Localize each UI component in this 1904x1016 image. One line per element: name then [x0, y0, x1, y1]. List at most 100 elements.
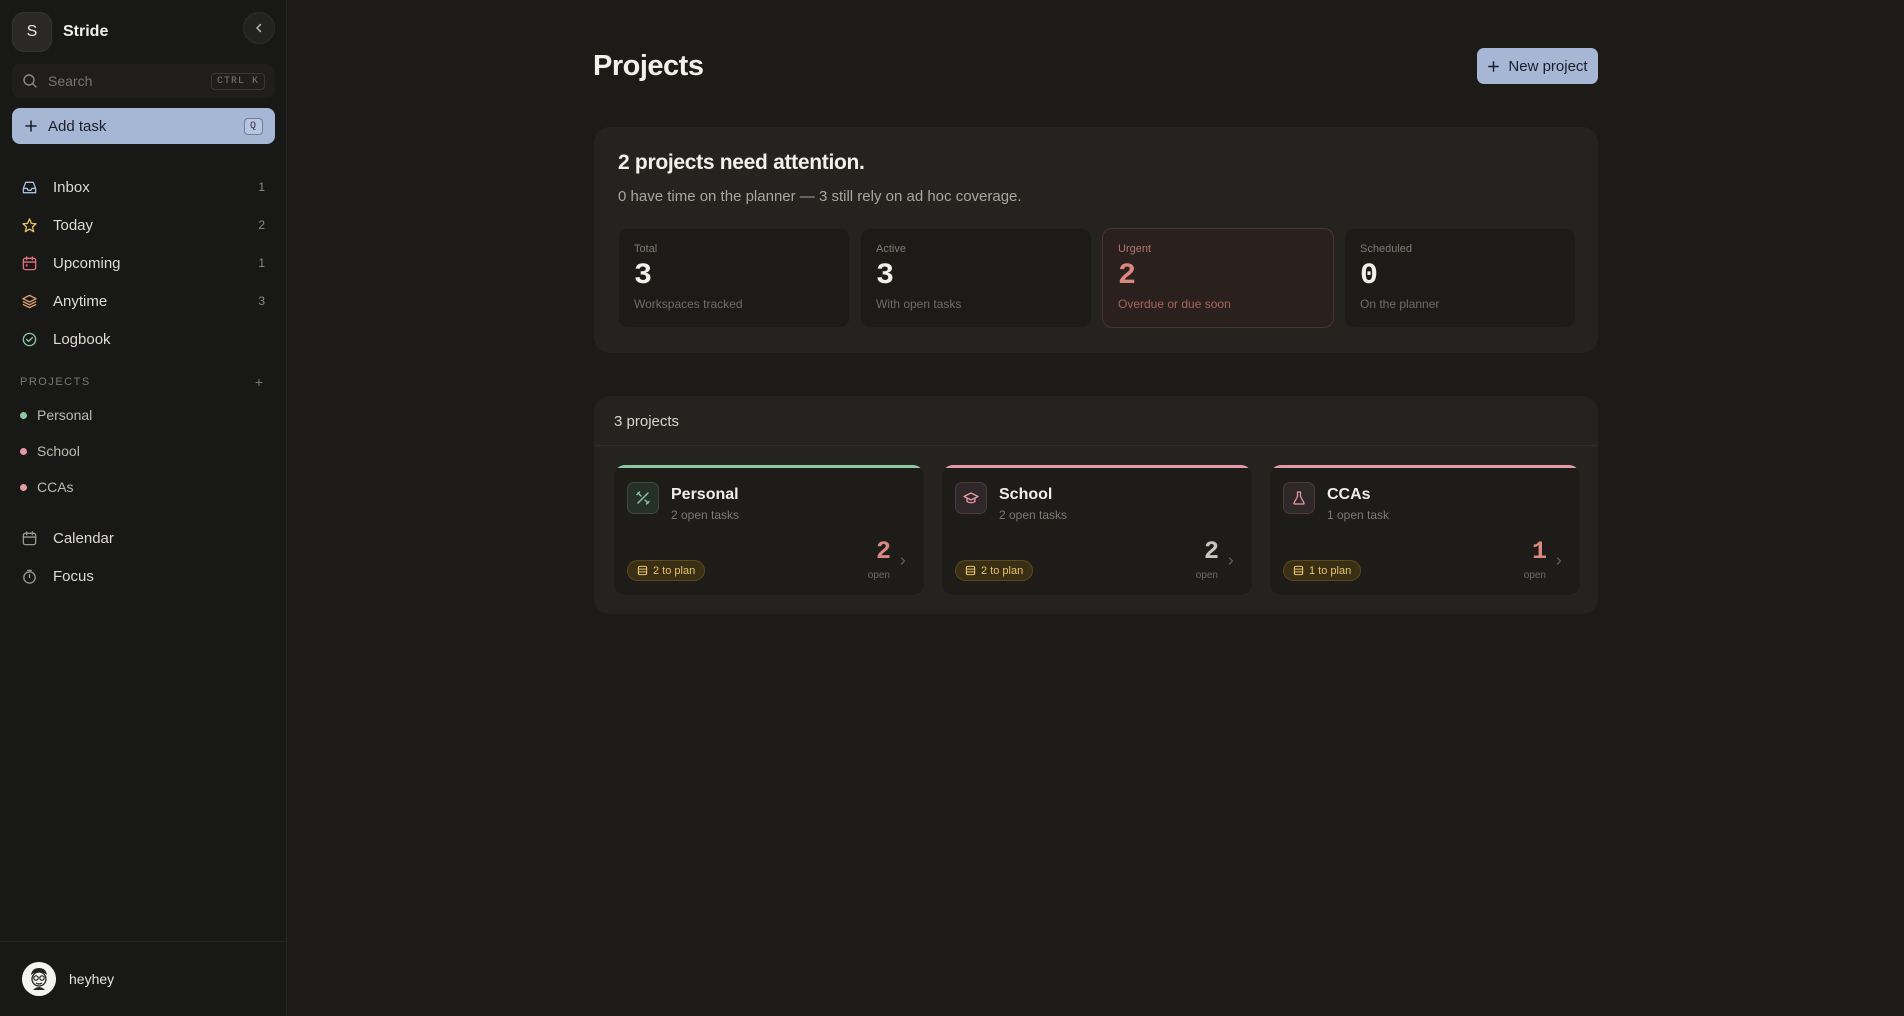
nav-label: Logbook	[53, 330, 111, 348]
sidebar-project-label: CCAs	[37, 479, 74, 495]
project-accent-bar	[942, 465, 1252, 468]
stat-desc: Workspaces tracked	[634, 297, 743, 311]
open-count: 1	[1531, 537, 1547, 566]
project-list-heading: 3 projects	[594, 396, 1598, 446]
project-open-tasks: 1 open task	[1327, 508, 1390, 522]
project-card-school[interactable]: School 2 open tasks 2 to plan 2 open	[941, 464, 1253, 596]
sidebar-project-personal[interactable]: Personal	[20, 397, 263, 433]
sidebar-project-label: Personal	[37, 407, 93, 423]
nav-item-anytime[interactable]: Anytime 3	[12, 282, 275, 320]
chevron-right-icon	[1228, 557, 1234, 565]
add-project-button[interactable]: +	[255, 374, 263, 390]
new-project-button[interactable]: New project	[1477, 48, 1598, 84]
user-menu[interactable]: heyhey	[0, 941, 287, 1016]
badge-label: 2 to plan	[981, 564, 1024, 577]
layers-icon	[637, 565, 648, 576]
chevron-right-icon	[1556, 557, 1562, 565]
page-title: Projects	[593, 50, 704, 82]
search-icon	[23, 74, 37, 88]
inbox-icon	[20, 178, 38, 196]
layers-icon	[1293, 565, 1304, 576]
timer-icon	[20, 567, 38, 585]
check-circle-icon	[20, 330, 38, 348]
star-icon	[20, 216, 38, 234]
projects-section-header: PROJECTS +	[20, 374, 263, 390]
new-project-label: New project	[1508, 57, 1588, 75]
search-shortcut: CTRL K	[210, 72, 265, 90]
nav-item-today[interactable]: Today 2	[12, 206, 275, 244]
stat-label: Scheduled	[1360, 243, 1412, 255]
project-color-dot	[20, 483, 27, 491]
chevron-left-icon	[256, 23, 262, 33]
stat-label: Total	[634, 243, 658, 255]
project-card-ccas[interactable]: CCAs 1 open task 1 to plan 1 open	[1269, 464, 1581, 596]
nav-label: Today	[53, 216, 94, 234]
sidebar-project-label: School	[37, 443, 80, 459]
sidebar-project-school[interactable]: School	[20, 433, 263, 469]
user-name: heyhey	[69, 971, 115, 987]
to-plan-badge: 1 to plan	[1283, 560, 1362, 581]
main-nav: Inbox 1 Today 2 Upcoming 1 Anytime 3 Log…	[12, 168, 275, 358]
stat-value: 3	[634, 259, 653, 293]
project-color-dot	[20, 447, 27, 455]
nav-label: Anytime	[53, 292, 108, 310]
project-name: School	[999, 486, 1053, 503]
nav-item-inbox[interactable]: Inbox 1	[12, 168, 275, 206]
add-task-button[interactable]: Add task Q	[12, 108, 275, 144]
sidebar-project-list: Personal School CCAs	[20, 397, 263, 505]
badge-label: 1 to plan	[1309, 564, 1352, 577]
calendar-icon	[20, 529, 38, 547]
workspace-switcher[interactable]: S Stride	[12, 12, 108, 52]
layers-icon	[20, 292, 38, 310]
sidebar: S Stride Search CTRL K Add task Q Inbox …	[0, 0, 287, 1016]
user-avatar-icon	[22, 962, 56, 996]
summary-title: 2 projects need attention.	[618, 151, 865, 174]
stat-active: Active 3 With open tasks	[860, 228, 1092, 328]
nav-label: Upcoming	[53, 254, 121, 272]
projects-section-title: PROJECTS	[20, 376, 91, 388]
workspace-avatar: S	[12, 12, 52, 52]
nav-item-focus[interactable]: Focus	[12, 557, 275, 595]
open-count: 2	[1203, 537, 1219, 566]
badge-label: 2 to plan	[653, 564, 696, 577]
nav-label: Inbox	[53, 178, 90, 196]
stat-label: Active	[876, 243, 906, 255]
nav-label: Focus	[53, 567, 94, 585]
nav-count: 2	[258, 218, 265, 232]
stat-desc: Overdue or due soon	[1118, 297, 1231, 311]
project-card-personal[interactable]: Personal 2 open tasks 2 to plan 2 open	[613, 464, 925, 596]
project-accent-bar	[1270, 465, 1580, 468]
stat-cards: Total 3 Workspaces tracked Active 3 With…	[618, 228, 1576, 328]
add-task-label: Add task	[48, 117, 107, 135]
to-plan-badge: 2 to plan	[955, 560, 1034, 581]
stat-value: 2	[1118, 259, 1137, 293]
nav-item-logbook[interactable]: Logbook	[12, 320, 275, 358]
project-cards: Personal 2 open tasks 2 to plan 2 open S…	[613, 464, 1581, 596]
project-open-tasks: 2 open tasks	[999, 508, 1068, 522]
plus-icon	[25, 120, 37, 132]
nav-item-calendar[interactable]: Calendar	[12, 519, 275, 557]
plus-icon	[1488, 60, 1500, 72]
stat-urgent: Urgent 2 Overdue or due soon	[1102, 228, 1334, 328]
project-name: CCAs	[1327, 486, 1371, 503]
stat-desc: With open tasks	[876, 297, 962, 311]
avatar	[22, 962, 56, 996]
nav-item-upcoming[interactable]: Upcoming 1	[12, 244, 275, 282]
collapse-sidebar-button[interactable]	[243, 12, 275, 44]
chevron-right-icon	[900, 557, 906, 565]
open-label: open	[867, 570, 890, 581]
to-plan-badge: 2 to plan	[627, 560, 706, 581]
workspace-name: Stride	[63, 23, 109, 40]
sidebar-project-ccas[interactable]: CCAs	[20, 469, 263, 505]
project-list-panel: 3 projects Personal 2 open tasks 2 to pl…	[594, 396, 1598, 614]
search-placeholder: Search	[48, 73, 93, 89]
project-accent-bar	[614, 465, 924, 468]
open-count: 2	[875, 537, 891, 566]
summary-subtitle: 0 have time on the planner — 3 still rel…	[618, 188, 1022, 205]
secondary-nav: Calendar Focus	[12, 519, 275, 595]
stat-desc: On the planner	[1360, 297, 1440, 311]
flask-icon	[1283, 482, 1315, 514]
stat-scheduled: Scheduled 0 On the planner	[1344, 228, 1576, 328]
project-name: Personal	[671, 486, 739, 503]
search-input[interactable]: Search CTRL K	[12, 64, 275, 98]
